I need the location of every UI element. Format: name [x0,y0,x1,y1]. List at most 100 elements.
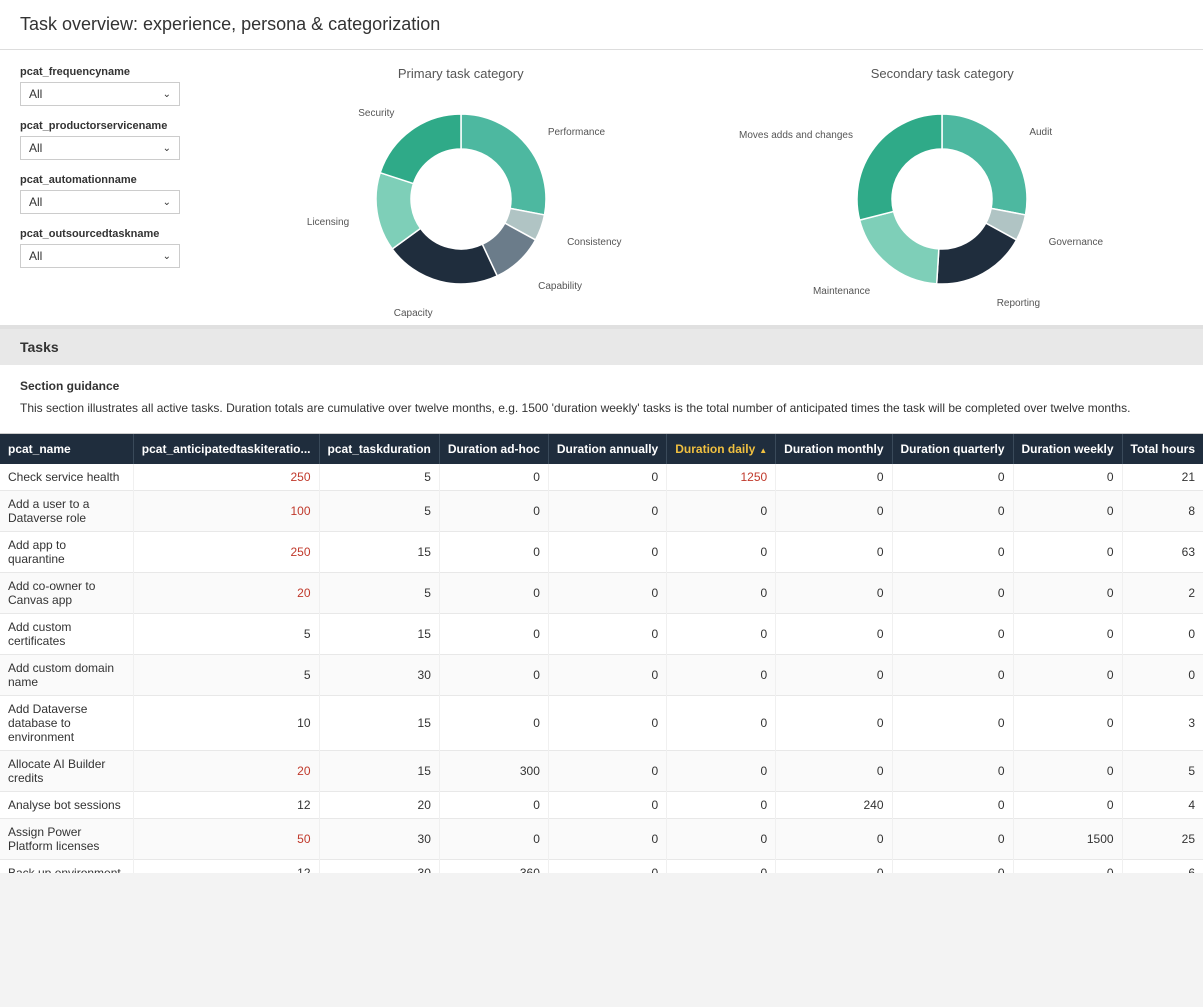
cell-duration_annually: 0 [548,573,666,614]
filter-select-pcat_automationname[interactable]: All ⌄ [20,190,180,214]
cell-duration_weekly: 0 [1013,614,1122,655]
cell-duration_adhoc: 0 [439,696,548,751]
cell-duration_monthly: 0 [776,819,892,860]
chevron-down-icon: ⌄ [163,251,171,262]
cell-pcat_anticipatedtaskiteration: 100 [133,491,319,532]
cell-duration_annually: 0 [548,696,666,751]
chart-label-licensing: Licensing [307,217,349,228]
sort-arrow-icon: ▲ [759,446,767,455]
cell-duration_quarterly: 0 [892,819,1013,860]
cell-duration_daily: 0 [667,792,776,819]
col-header-pcat_name[interactable]: pcat_name [0,434,133,464]
filter-select-pcat_outsourcedtaskname[interactable]: All ⌄ [20,244,180,268]
cell-duration_monthly: 0 [776,696,892,751]
chart-label-moves-adds-and-changes: Moves adds and changes [739,130,853,141]
cell-pcat_name: Add Dataverse database to environment [0,696,133,751]
cell-duration_daily: 0 [667,819,776,860]
chart-label-reporting: Reporting [997,298,1040,309]
cell-pcat_name: Add custom domain name [0,655,133,696]
cell-duration_quarterly: 0 [892,614,1013,655]
table-row: Analyse bot sessions1220000240004 [0,792,1203,819]
cell-pcat_taskduration: 5 [319,491,439,532]
cell-pcat_taskduration: 30 [319,860,439,874]
cell-duration_monthly: 0 [776,532,892,573]
filter-value-pcat_productorservicename: All [29,141,42,155]
col-header-total_hours[interactable]: Total hours [1122,434,1203,464]
cell-duration_adhoc: 0 [439,573,548,614]
cell-duration_adhoc: 0 [439,792,548,819]
tasks-table: pcat_namepcat_anticipatedtaskiteratio...… [0,434,1203,873]
filter-group-pcat_outsourcedtaskname: pcat_outsourcedtaskname All ⌄ [20,228,220,268]
filter-label-pcat_productorservicename: pcat_productorservicename [20,120,220,132]
filter-select-pcat_frequencyname[interactable]: All ⌄ [20,82,180,106]
table-row: Add a user to a Dataverse role1005000000… [0,491,1203,532]
cell-duration_monthly: 240 [776,792,892,819]
filter-label-pcat_frequencyname: pcat_frequencyname [20,66,220,78]
cell-total_hours: 63 [1122,532,1203,573]
charts-area: Primary task category PerformanceConsist… [220,66,1183,309]
cell-pcat_taskduration: 5 [319,573,439,614]
cell-total_hours: 25 [1122,819,1203,860]
cell-duration_weekly: 1500 [1013,819,1122,860]
filter-group-pcat_frequencyname: pcat_frequencyname All ⌄ [20,66,220,106]
cell-duration_annually: 0 [548,655,666,696]
cell-pcat_name: Analyse bot sessions [0,792,133,819]
cell-duration_adhoc: 0 [439,491,548,532]
primary-chart-container: Primary task category PerformanceConsist… [351,66,571,309]
filter-label-pcat_outsourcedtaskname: pcat_outsourcedtaskname [20,228,220,240]
cell-duration_monthly: 0 [776,860,892,874]
chevron-down-icon: ⌄ [163,89,171,100]
cell-pcat_anticipatedtaskiteration: 12 [133,860,319,874]
tasks-table-container[interactable]: pcat_namepcat_anticipatedtaskiteratio...… [0,433,1203,873]
chart-label-maintenance: Maintenance [813,286,870,297]
col-header-duration_daily[interactable]: Duration daily▲ [667,434,776,464]
cell-total_hours: 2 [1122,573,1203,614]
chart-label-consistency: Consistency [567,237,621,248]
filter-value-pcat_automationname: All [29,195,42,209]
cell-duration_quarterly: 0 [892,573,1013,614]
cell-pcat_taskduration: 15 [319,751,439,792]
col-header-pcat_taskduration[interactable]: pcat_taskduration [319,434,439,464]
tasks-section: Tasks Section guidance This section illu… [0,329,1203,873]
col-header-duration_annually[interactable]: Duration annually [548,434,666,464]
cell-duration_adhoc: 300 [439,751,548,792]
col-header-duration_weekly[interactable]: Duration weekly [1013,434,1122,464]
cell-pcat_taskduration: 30 [319,819,439,860]
cell-duration_quarterly: 0 [892,491,1013,532]
cell-duration_annually: 0 [548,614,666,655]
cell-pcat_name: Check service health [0,464,133,491]
page-title: Task overview: experience, persona & cat… [0,0,1203,50]
chart-label-governance: Governance [1049,237,1103,248]
col-header-duration_quarterly[interactable]: Duration quarterly [892,434,1013,464]
cell-pcat_anticipatedtaskiteration: 20 [133,751,319,792]
cell-pcat_anticipatedtaskiteration: 250 [133,532,319,573]
cell-total_hours: 21 [1122,464,1203,491]
table-row: Add co-owner to Canvas app2050000002 [0,573,1203,614]
col-header-pcat_anticipatedtaskiteration[interactable]: pcat_anticipatedtaskiteratio... [133,434,319,464]
cell-total_hours: 3 [1122,696,1203,751]
cell-pcat_anticipatedtaskiteration: 12 [133,792,319,819]
cell-duration_weekly: 0 [1013,792,1122,819]
cell-pcat_taskduration: 5 [319,464,439,491]
cell-pcat_taskduration: 20 [319,792,439,819]
col-header-duration_adhoc[interactable]: Duration ad-hoc [439,434,548,464]
cell-total_hours: 8 [1122,491,1203,532]
cell-duration_daily: 0 [667,860,776,874]
top-section: pcat_frequencyname All ⌄ pcat_productors… [0,50,1203,329]
filter-select-pcat_productorservicename[interactable]: All ⌄ [20,136,180,160]
secondary-chart-container: Secondary task category AuditGovernanceR… [832,66,1052,309]
cell-duration_annually: 0 [548,532,666,573]
cell-duration_annually: 0 [548,491,666,532]
cell-duration_annually: 0 [548,792,666,819]
cell-pcat_taskduration: 15 [319,696,439,751]
cell-duration_weekly: 0 [1013,573,1122,614]
cell-duration_adhoc: 0 [439,655,548,696]
cell-duration_quarterly: 0 [892,655,1013,696]
chart-label-security: Security [358,108,394,119]
cell-duration_adhoc: 0 [439,464,548,491]
col-header-duration_monthly[interactable]: Duration monthly [776,434,892,464]
cell-duration_monthly: 0 [776,464,892,491]
secondary-chart-title: Secondary task category [871,66,1014,81]
table-row: Add app to quarantine2501500000063 [0,532,1203,573]
cell-duration_weekly: 0 [1013,532,1122,573]
